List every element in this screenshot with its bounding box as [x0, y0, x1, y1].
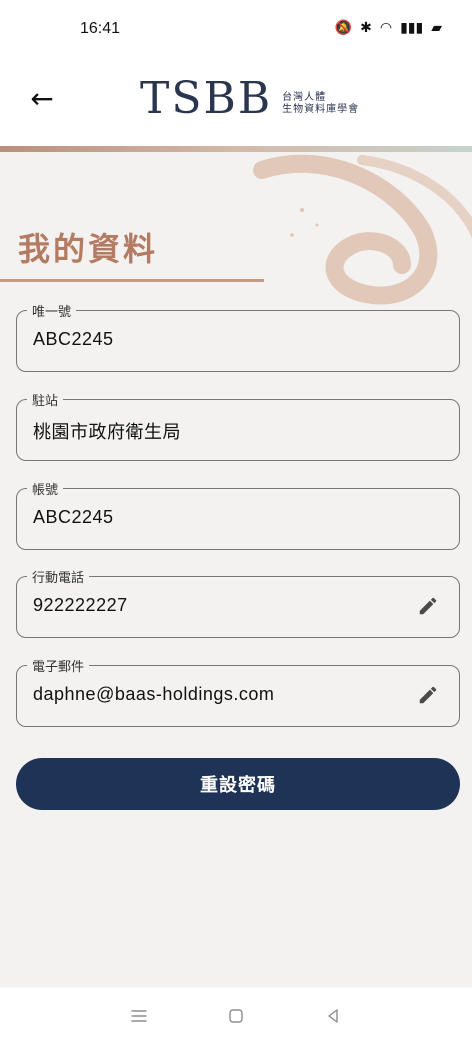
field-label: 行動電話 [27, 567, 90, 586]
edit-email-button[interactable] [415, 682, 441, 708]
account-field[interactable]: 帳號 ABC2245 [16, 479, 460, 550]
field-value[interactable]: ABC2245 [33, 329, 114, 350]
wifi-icon: ◠ [379, 20, 393, 36]
field-value[interactable]: 桃園市政府衛生局 [33, 418, 181, 444]
field-value[interactable]: ABC2245 [33, 507, 114, 528]
menu-button[interactable] [119, 996, 159, 1036]
reset-password-button[interactable]: 重設密碼 [16, 758, 460, 810]
mobile-phone-field[interactable]: 行動電話 922222227 [16, 567, 460, 638]
title-underline [0, 279, 264, 282]
unique-id-field[interactable]: 唯一號 ABC2245 [16, 301, 460, 372]
field-label: 唯一號 [27, 301, 77, 320]
home-icon [229, 1009, 243, 1023]
edit-phone-button[interactable] [415, 593, 441, 619]
home-button[interactable] [216, 996, 256, 1036]
back-button[interactable]: ← [26, 81, 58, 115]
signal-icon: ▮▮▮ [400, 20, 424, 36]
tsbb-logo: TSBB 台灣人體 生物資料庫學會 [140, 68, 359, 128]
email-field[interactable]: 電子郵件 daphne@baas-holdings.com [16, 656, 460, 727]
field-value[interactable]: daphne@baas-holdings.com [33, 684, 274, 705]
status-bar: 16:41 🔕 ✱ ◠ ▮▮▮ ▰ [0, 0, 472, 60]
field-label: 電子郵件 [27, 656, 90, 675]
pencil-icon [419, 686, 437, 704]
android-nav-bar [0, 987, 472, 1045]
mute-icon: 🔕 [334, 20, 353, 36]
back-nav-button[interactable] [313, 996, 353, 1036]
field-label: 帳號 [27, 479, 64, 498]
menu-icon [130, 1010, 147, 1022]
page-title: 我的資料 [18, 230, 159, 268]
app-bar: ← TSBB 台灣人體 生物資料庫學會 [0, 60, 472, 146]
battery-icon: ▰ [431, 20, 442, 36]
field-label: 駐站 [27, 390, 64, 409]
screen: 16:41 🔕 ✱ ◠ ▮▮▮ ▰ ← TSBB 台灣人體 生物資料庫學會 我的… [0, 0, 472, 1045]
back-arrow-icon: ← [30, 81, 54, 115]
bluetooth-icon: ✱ [360, 20, 372, 36]
logo-line-2: 生物資料庫學會 [282, 104, 360, 115]
status-time: 16:41 [80, 20, 121, 37]
back-triangle-icon [328, 1009, 339, 1023]
status-icons: 🔕 ✱ ◠ ▮▮▮ ▰ [335, 20, 442, 36]
logo-text: 台灣人體 生物資料庫學會 [282, 80, 359, 116]
logo-line-1: 台灣人體 [282, 92, 327, 103]
decorative-brush-art [253, 154, 472, 305]
field-value[interactable]: 922222227 [33, 595, 128, 616]
logo-mark: TSBB [140, 72, 273, 124]
pencil-icon [419, 597, 437, 615]
station-field[interactable]: 駐站 桃園市政府衛生局 [16, 390, 460, 461]
